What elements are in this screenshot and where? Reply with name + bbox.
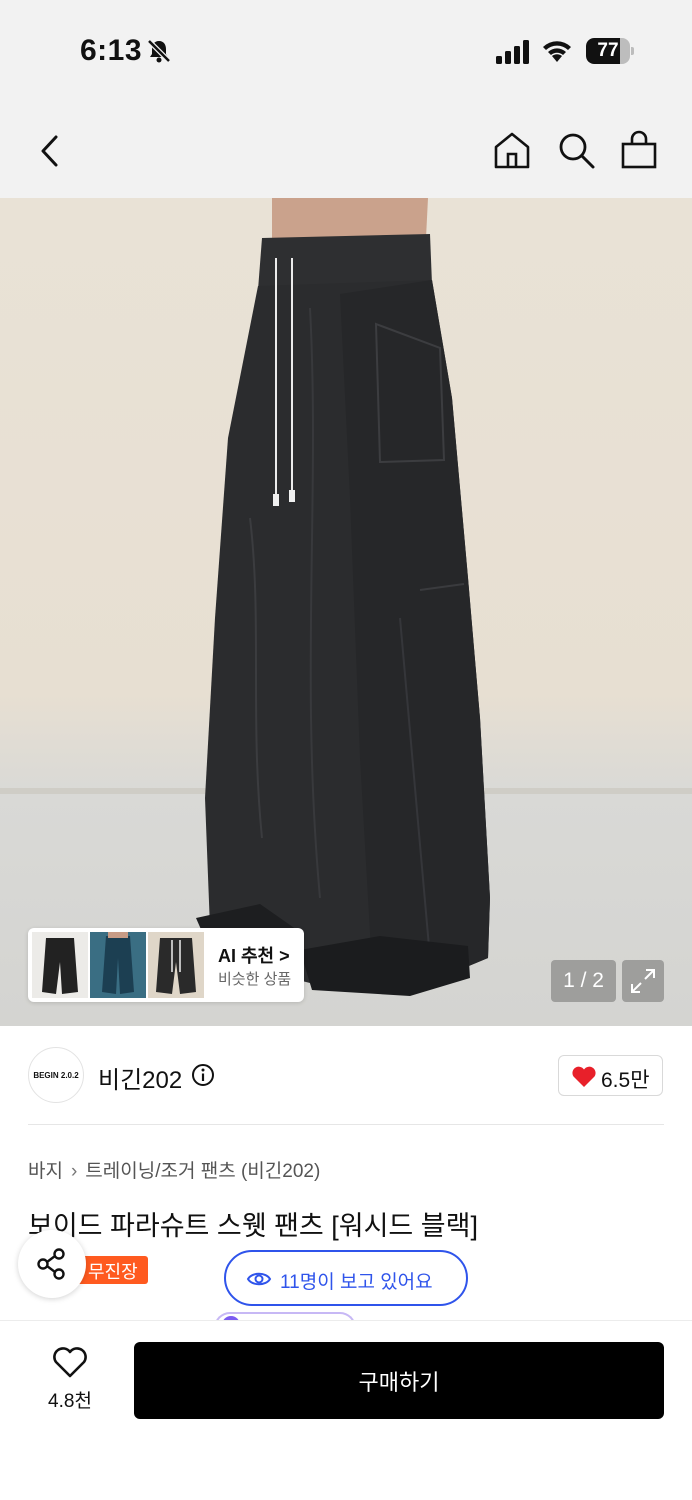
ai-recommend-card[interactable]: AI 추천 > 비슷한 상품 bbox=[28, 928, 304, 1002]
eye-icon bbox=[246, 1272, 272, 1286]
chevron-right-icon: › bbox=[70, 1161, 78, 1182]
image-counter: 1 / 2 bbox=[551, 960, 616, 1002]
battery-body: 77 bbox=[586, 38, 630, 64]
viewers-indicator: 11명이 보고 있어요 bbox=[224, 1250, 468, 1306]
heart-filled-icon bbox=[572, 1066, 596, 1087]
battery-level: 77 bbox=[597, 40, 619, 61]
share-icon bbox=[37, 1248, 65, 1280]
info-icon[interactable] bbox=[191, 1063, 215, 1087]
brand-like-count: 6.5만 bbox=[601, 1069, 650, 1092]
home-icon[interactable] bbox=[492, 130, 532, 170]
ai-thumb-1[interactable] bbox=[32, 932, 88, 998]
expand-icon bbox=[631, 969, 655, 993]
bell-slash-icon bbox=[147, 39, 171, 63]
status-time: 6:13 bbox=[80, 34, 143, 67]
battery-icon: 77 bbox=[586, 38, 634, 64]
ai-recommend-title: AI 추천 > bbox=[218, 946, 290, 966]
wish-count: 4.8천 bbox=[48, 1391, 92, 1412]
brand-like-button[interactable]: 6.5만 bbox=[558, 1055, 663, 1096]
share-button[interactable] bbox=[18, 1230, 86, 1298]
ai-thumb-2[interactable] bbox=[90, 932, 146, 998]
breadcrumb: 바지 › 트레이닝/조거 팬츠 (비긴202) bbox=[28, 1156, 320, 1183]
brand-logo[interactable]: BEGIN 2.0.2 bbox=[28, 1047, 84, 1103]
wifi-icon bbox=[543, 41, 571, 62]
nav-bar bbox=[0, 100, 692, 198]
brand-name[interactable]: 비긴202 bbox=[98, 1060, 182, 1095]
status-bar: 6:13 77 bbox=[0, 0, 692, 100]
signal-icon bbox=[496, 40, 529, 64]
back-icon[interactable] bbox=[38, 134, 62, 168]
buy-button[interactable]: 구매하기 bbox=[134, 1342, 664, 1419]
ai-recommend-subtitle: 비슷한 상품 bbox=[218, 971, 292, 988]
promo-badge-label: 무진장 bbox=[88, 1262, 138, 1282]
search-icon[interactable] bbox=[557, 131, 597, 171]
battery-cap bbox=[631, 47, 634, 55]
divider bbox=[28, 1124, 664, 1125]
viewers-text: 11명이 보고 있어요 bbox=[280, 1272, 433, 1293]
product-image[interactable]: AI 추천 > 비슷한 상품 1 / 2 bbox=[0, 198, 692, 1026]
heart-outline-icon[interactable] bbox=[52, 1347, 88, 1379]
pants-photo bbox=[196, 198, 490, 996]
breadcrumb-subcategory[interactable]: 트레이닝/조거 팬츠 (비긴202) bbox=[85, 1161, 320, 1182]
bag-icon[interactable] bbox=[620, 130, 658, 170]
ai-thumb-3[interactable] bbox=[148, 932, 204, 998]
breadcrumb-category[interactable]: 바지 bbox=[28, 1161, 63, 1182]
product-title: 보이드 파라슈트 스웻 팬츠 [워시드 블랙] bbox=[28, 1211, 478, 1241]
expand-button[interactable] bbox=[622, 960, 664, 1002]
